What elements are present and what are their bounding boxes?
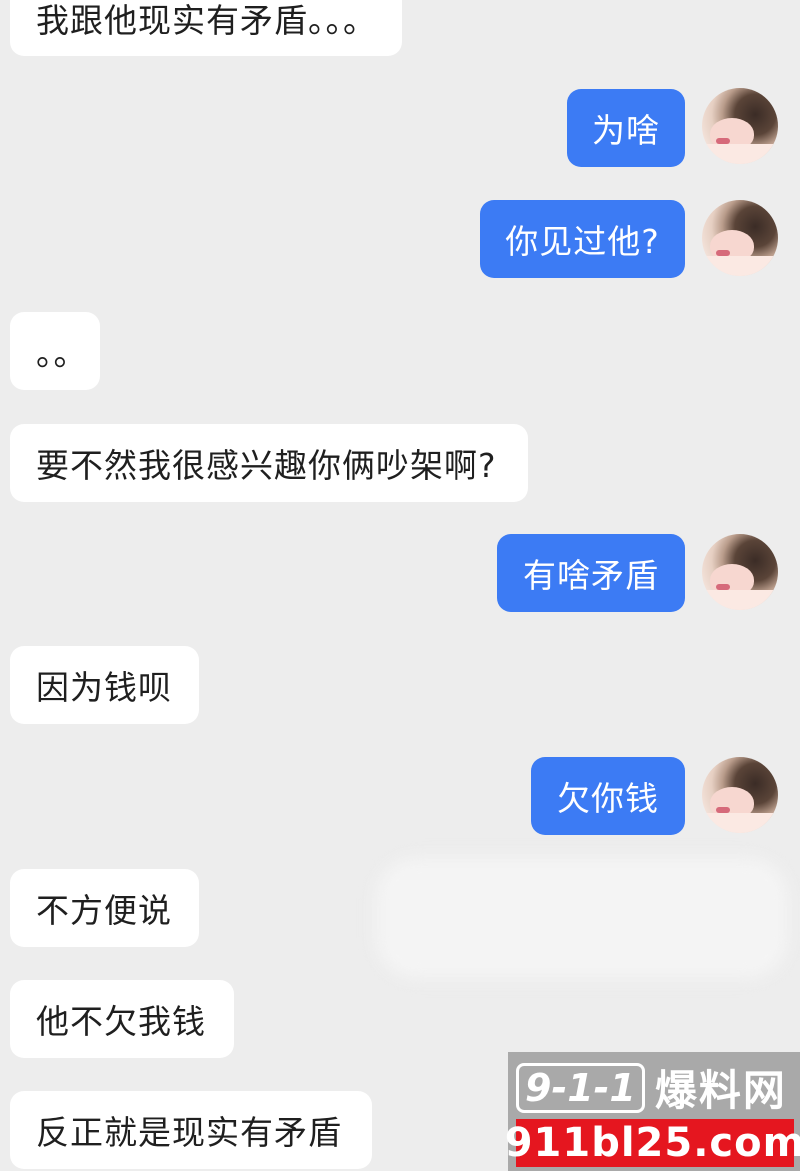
message-bubble-incoming: 不方便说 (10, 869, 199, 947)
message-bubble-outgoing: 欠你钱 (531, 757, 685, 835)
message-bubble-incoming: 他不欠我钱 (10, 980, 234, 1058)
avatar-arm (702, 590, 778, 610)
message-bubble-outgoing: 为啥 (567, 89, 685, 167)
watermark-site: 911bl25.com (504, 1119, 800, 1167)
message-bubble-incoming: 我跟他现实有矛盾。。。 (10, 0, 402, 56)
message-bubble-outgoing: 你见过他? (480, 200, 685, 278)
user-avatar[interactable] (702, 200, 778, 276)
watermark: 9-1-1 爆料网 911bl25.com (504, 1052, 800, 1171)
message-bubble-incoming: 要不然我很感兴趣你俩吵架啊? (10, 424, 528, 502)
watermark-header: 9-1-1 爆料网 (516, 1060, 792, 1115)
avatar-arm (702, 256, 778, 276)
user-avatar[interactable] (702, 88, 778, 164)
avatar-arm (702, 144, 778, 164)
blurred-redaction (376, 858, 788, 978)
message-bubble-incoming: 反正就是现实有矛盾 (10, 1091, 372, 1169)
user-avatar[interactable] (702, 534, 778, 610)
user-avatar[interactable] (702, 757, 778, 833)
message-bubble-incoming: 。。 (10, 312, 100, 390)
watermark-logo: 9-1-1 (516, 1062, 645, 1113)
message-bubble-outgoing: 有啥矛盾 (497, 534, 685, 612)
avatar-arm (702, 813, 778, 833)
message-bubble-incoming: 因为钱呗 (10, 646, 199, 724)
watermark-name: 爆料网 (654, 1066, 787, 1115)
